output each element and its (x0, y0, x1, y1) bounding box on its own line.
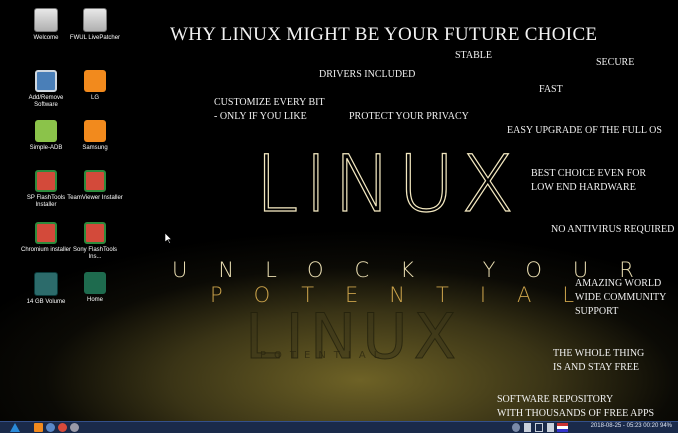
app-menu-icon[interactable] (10, 423, 20, 432)
taskbar: 2018-08-25 - 05:23 00:20 94% (0, 421, 678, 433)
desktop-icon-fwul-livepatcher[interactable]: FWUL LivePatcher (66, 8, 124, 42)
wallpaper-title: WHY LINUX MIGHT BE YOUR FUTURE CHOICE (170, 24, 598, 45)
feature-lowend-line2: LOW END HARDWARE (531, 182, 636, 193)
linux-logo-reflection: LINUX (244, 300, 463, 374)
tagline-reflection: POTENTIAL (260, 350, 388, 361)
window-icon[interactable] (535, 423, 543, 432)
home-folder-icon (84, 272, 106, 294)
desktop-icon-label: TeamViewer Installer (67, 195, 123, 201)
installer-icon (84, 170, 106, 192)
feature-drivers: DRIVERS INCLUDED (319, 69, 416, 80)
folder-icon (84, 120, 106, 142)
file-manager-icon[interactable] (34, 423, 43, 432)
tray-status[interactable]: 2018-08-25 - 05:23 00:20 94% (591, 423, 672, 429)
installer-icon (35, 222, 57, 244)
drive-icon (34, 272, 58, 296)
desktop[interactable]: WHY LINUX MIGHT BE YOUR FUTURE CHOICE DR… (0, 0, 678, 433)
network-icon[interactable] (512, 423, 520, 432)
feature-repo-line2: WITH THOUSANDS OF FREE APPS (497, 408, 655, 419)
feature-customize-line2: - ONLY IF YOU LIKE (214, 111, 307, 122)
desktop-icon-label: Samsung (82, 145, 108, 151)
feature-customize-line1: CUSTOMIZE EVERY BIT (214, 97, 325, 108)
flag-icon[interactable] (557, 423, 568, 432)
feature-free-line2: IS AND STAY FREE (553, 362, 639, 373)
linux-logo-text: LINUX (254, 139, 521, 230)
feature-antivirus: NO ANTIVIRUS REQUIRED (551, 224, 675, 235)
android-icon (35, 120, 57, 142)
desktop-icon-label: LG (90, 95, 99, 101)
terminal-icon[interactable] (46, 423, 55, 432)
desktop-icon-home[interactable]: Home (66, 272, 124, 304)
browser-icon[interactable] (58, 423, 67, 432)
feature-stable: STABLE (455, 50, 492, 61)
desktop-icon-label: Sony FlashTools Ins... (72, 247, 118, 260)
feature-lowend-line1: BEST CHOICE EVEN FOR (531, 168, 647, 179)
desktop-icon-teamviewer-installer[interactable]: TeamViewer Installer (66, 170, 124, 202)
mouse-cursor-icon (165, 233, 173, 244)
feature-fast: FAST (539, 84, 563, 95)
sound-icon[interactable] (524, 423, 531, 432)
desktop-icon-samsung[interactable]: Samsung (66, 120, 124, 152)
desktop-icon-label: FWUL LivePatcher (69, 35, 121, 41)
feature-upgrade: EASY UPGRADE OF THE FULL OS (507, 125, 662, 136)
feature-free-line1: THE WHOLE THING (553, 348, 645, 359)
clock[interactable]: 2018-08-25 - 05:23 (591, 423, 642, 429)
battery-status[interactable]: 00:20 94% (643, 423, 672, 429)
fwul-icon (34, 8, 58, 32)
feature-repo-line1: SOFTWARE REPOSITORY (497, 394, 614, 405)
clipboard-icon[interactable] (547, 423, 554, 432)
installer-icon (84, 222, 106, 244)
tagline-unlock: UNLOCK YOUR (172, 258, 665, 282)
feature-privacy: PROTECT YOUR PRIVACY (349, 111, 469, 122)
installer-icon (35, 170, 57, 192)
feature-secure: SECURE (596, 57, 635, 68)
package-icon (35, 70, 57, 92)
fwul-icon (83, 8, 107, 32)
desktop-icon-lg[interactable]: LG (66, 70, 124, 102)
desktop-icon-sony-flashtools-installer[interactable]: Sony FlashTools Ins... (66, 222, 124, 261)
folder-icon (84, 70, 106, 92)
settings-icon[interactable] (70, 423, 79, 432)
desktop-icon-label: Home (86, 297, 103, 303)
